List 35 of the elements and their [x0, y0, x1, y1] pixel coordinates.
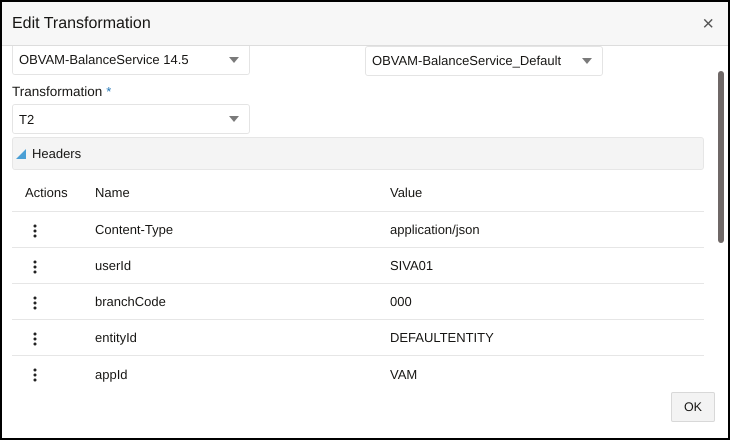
caret-icon — [229, 116, 239, 122]
close-button[interactable]: × — [700, 14, 716, 34]
dropdown-field[interactable]: OBVAM-BalanceService 14.5 — [12, 46, 250, 75]
column-header: Actions — [24, 184, 69, 202]
more-icon[interactable] — [33, 296, 37, 310]
more-icon[interactable] — [33, 332, 37, 346]
field-label: Transformation — [12, 83, 102, 101]
required-mark: * — [106, 83, 112, 101]
select-value: T2 — [19, 110, 34, 128]
column-header: Value — [390, 184, 424, 202]
scrollbar-thumb[interactable] — [718, 71, 724, 243]
more-icon[interactable] — [33, 260, 37, 274]
table-cell-text: branchCode — [95, 293, 167, 311]
section-title: Headers — [32, 145, 82, 163]
table-cell-text: appId — [95, 366, 129, 384]
table-cell-text: 000 — [390, 293, 413, 311]
select-value: OBVAM-BalanceService_Default — [372, 52, 562, 70]
table-cell-text: application/json — [390, 221, 481, 239]
section-header[interactable]: Headers — [12, 137, 704, 170]
select-value: OBVAM-BalanceService 14.5 — [19, 51, 189, 70]
caret-icon — [582, 58, 592, 64]
dropdown-field[interactable]: T2 — [12, 104, 250, 134]
dropdown-field[interactable]: OBVAM-BalanceService_Default — [365, 46, 603, 76]
table-cell-text: VAM — [390, 366, 418, 384]
caret-icon — [229, 57, 239, 63]
more-icon[interactable] — [33, 368, 37, 382]
table-cell-text: SIVA01 — [390, 257, 434, 275]
table-cell-text: DEFAULTENTITY — [390, 329, 495, 347]
column-header: Name — [95, 184, 131, 202]
table-cell-text: userId — [95, 257, 132, 275]
table-cell-text: Content-Type — [95, 221, 174, 239]
dialog-title: Edit Transformation — [12, 14, 151, 34]
ok-button[interactable]: OK — [670, 392, 715, 422]
table-cell-text: entityId — [95, 329, 138, 347]
more-icon[interactable] — [33, 224, 37, 238]
